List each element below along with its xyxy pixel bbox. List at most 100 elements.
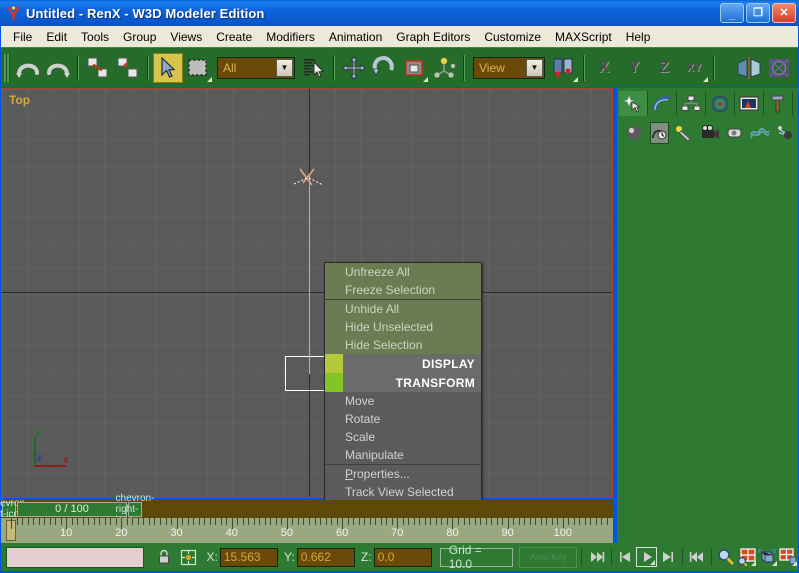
reference-coordinate-system-combo[interactable]: View ▼: [473, 57, 545, 79]
quad-context-menu[interactable]: Unfreeze All Freeze Selection Unhide All…: [324, 262, 482, 539]
geometry-icon[interactable]: [625, 122, 644, 144]
viewport-canvas[interactable]: Top y x z: [2, 89, 612, 497]
menu-item-properties[interactable]: Properties...: [325, 465, 481, 483]
cameras-icon[interactable]: [700, 122, 720, 144]
lights-icon[interactable]: [675, 122, 694, 144]
ruler-tick: [574, 518, 575, 525]
viewport-top[interactable]: Top y x z Unfreeze All Freeze Selection: [1, 88, 613, 498]
menu-item-unhide-all[interactable]: Unhide All: [325, 300, 481, 318]
align-icon[interactable]: [764, 53, 794, 83]
menu-item-rotate[interactable]: Rotate: [325, 410, 481, 428]
ruler-tick: [364, 518, 365, 525]
menu-item-unfreeze-all[interactable]: Unfreeze All: [325, 263, 481, 281]
select-object-arrow-icon[interactable]: [153, 53, 183, 83]
toolbar-separator: [77, 55, 79, 81]
chevron-right-icon[interactable]: chevron-right-icon: [128, 502, 142, 517]
menu-item-hide-selection[interactable]: Hide Selection: [325, 336, 481, 354]
menu-item-scale[interactable]: Scale: [325, 428, 481, 446]
utilities-tab[interactable]: [764, 91, 793, 116]
coordinate-system-value: View: [474, 61, 505, 75]
menu-create[interactable]: Create: [209, 28, 259, 46]
systems-icon[interactable]: [776, 122, 795, 144]
menu-modifiers[interactable]: Modifiers: [259, 28, 322, 46]
goto-end-button[interactable]: [686, 547, 707, 567]
zoom-all-icon[interactable]: [736, 547, 757, 567]
menu-group[interactable]: Group: [116, 28, 163, 46]
select-and-scale-icon[interactable]: [399, 53, 429, 83]
use-pivot-point-center-icon[interactable]: [429, 53, 459, 83]
menu-customize[interactable]: Customize: [477, 28, 548, 46]
auto-key-button[interactable]: Auto Key: [519, 547, 577, 568]
space-warps-icon[interactable]: [750, 122, 770, 144]
unlink-selection-icon[interactable]: [113, 53, 143, 83]
menu-maxscript[interactable]: MAXScript: [548, 28, 619, 46]
motion-tab[interactable]: [706, 91, 735, 116]
helpers-icon[interactable]: [726, 122, 745, 144]
restrict-to-plane-button[interactable]: XY: [679, 53, 709, 83]
next-frame-button[interactable]: [657, 547, 678, 567]
restrict-to-x-button[interactable]: X: [589, 53, 619, 83]
select-and-move-icon[interactable]: [339, 53, 369, 83]
chevron-left-icon[interactable]: chevron-left-icon: [2, 502, 16, 517]
track-bar-ruler[interactable]: 102030405060708090100: [1, 518, 613, 543]
redo-arrow-icon[interactable]: [43, 53, 73, 83]
hierarchy-tab[interactable]: [677, 91, 706, 116]
zoom-extents-cube-icon[interactable]: [757, 547, 778, 567]
shapes-icon[interactable]: [650, 122, 669, 144]
chevron-down-icon[interactable]: ▼: [526, 59, 543, 77]
mirror-selected-objects-icon[interactable]: [734, 53, 764, 83]
snaps-toggle-icon[interactable]: [549, 53, 579, 83]
transform-quad-swatch: [325, 373, 343, 392]
select-by-name-icon[interactable]: [299, 53, 329, 83]
coord-y-input[interactable]: 0.662: [297, 548, 355, 567]
rectangular-selection-region-icon[interactable]: [183, 53, 213, 83]
selection-lock-icon[interactable]: [154, 547, 173, 567]
create-tab[interactable]: [619, 91, 648, 116]
restrict-to-y-button[interactable]: Y: [619, 53, 649, 83]
ruler-tick: [77, 518, 78, 525]
goto-start-button[interactable]: [586, 547, 607, 567]
menu-animation[interactable]: Animation: [322, 28, 389, 46]
restrict-to-z-button[interactable]: Z: [649, 53, 679, 83]
axis-xy-label: XY: [687, 62, 702, 74]
maximize-button[interactable]: ❐: [746, 3, 770, 23]
menu-views[interactable]: Views: [163, 28, 209, 46]
grid-size-display: Grid = 10.0: [440, 548, 514, 567]
ruler-tick: [28, 518, 29, 525]
display-quad-swatch: [325, 354, 343, 373]
coord-x-input[interactable]: 15.563: [220, 548, 278, 567]
undo-arrow-icon[interactable]: [13, 53, 43, 83]
close-button[interactable]: ✕: [772, 3, 796, 23]
menu-help[interactable]: Help: [619, 28, 658, 46]
menu-item-move[interactable]: Move: [325, 392, 481, 410]
previous-frame-button[interactable]: [616, 547, 637, 567]
select-and-link-icon[interactable]: [83, 53, 113, 83]
ruler-label: 20: [115, 527, 127, 539]
absolute-relative-transform-icon[interactable]: [179, 547, 198, 567]
minimize-button[interactable]: _: [720, 3, 744, 23]
magnifier-icon[interactable]: [716, 547, 737, 567]
menu-edit[interactable]: Edit: [39, 28, 74, 46]
menu-graph-editors[interactable]: Graph Editors: [389, 28, 477, 46]
tripod-y-label: y: [35, 427, 41, 438]
select-and-rotate-icon[interactable]: [369, 53, 399, 83]
current-frame-display[interactable]: 0 / 100: [17, 502, 127, 517]
play-animation-button[interactable]: [636, 547, 657, 567]
toolbar-grip[interactable]: [4, 54, 10, 82]
chevron-down-icon[interactable]: ▼: [276, 59, 293, 77]
modify-tab[interactable]: [648, 91, 677, 116]
ruler-ticks: 102030405060708090100: [11, 518, 613, 529]
menu-item-manipulate[interactable]: Manipulate: [325, 446, 481, 464]
selection-filter-combo[interactable]: All ▼: [217, 57, 295, 79]
menu-item-hide-unselected[interactable]: Hide Unselected: [325, 318, 481, 336]
coord-z-input[interactable]: 0.0: [374, 548, 432, 567]
zoom-extents-all-icon[interactable]: [778, 547, 799, 567]
ruler-tick: [337, 518, 338, 525]
menu-item-track-view-selected[interactable]: Track View Selected: [325, 483, 481, 501]
menu-tools[interactable]: Tools: [74, 28, 116, 46]
menu-item-freeze-selection[interactable]: Freeze Selection: [325, 281, 481, 299]
display-tab[interactable]: [735, 91, 764, 116]
prompt-line-input[interactable]: [6, 547, 144, 568]
ruler-tick: [408, 518, 409, 525]
menu-file[interactable]: File: [6, 28, 39, 46]
